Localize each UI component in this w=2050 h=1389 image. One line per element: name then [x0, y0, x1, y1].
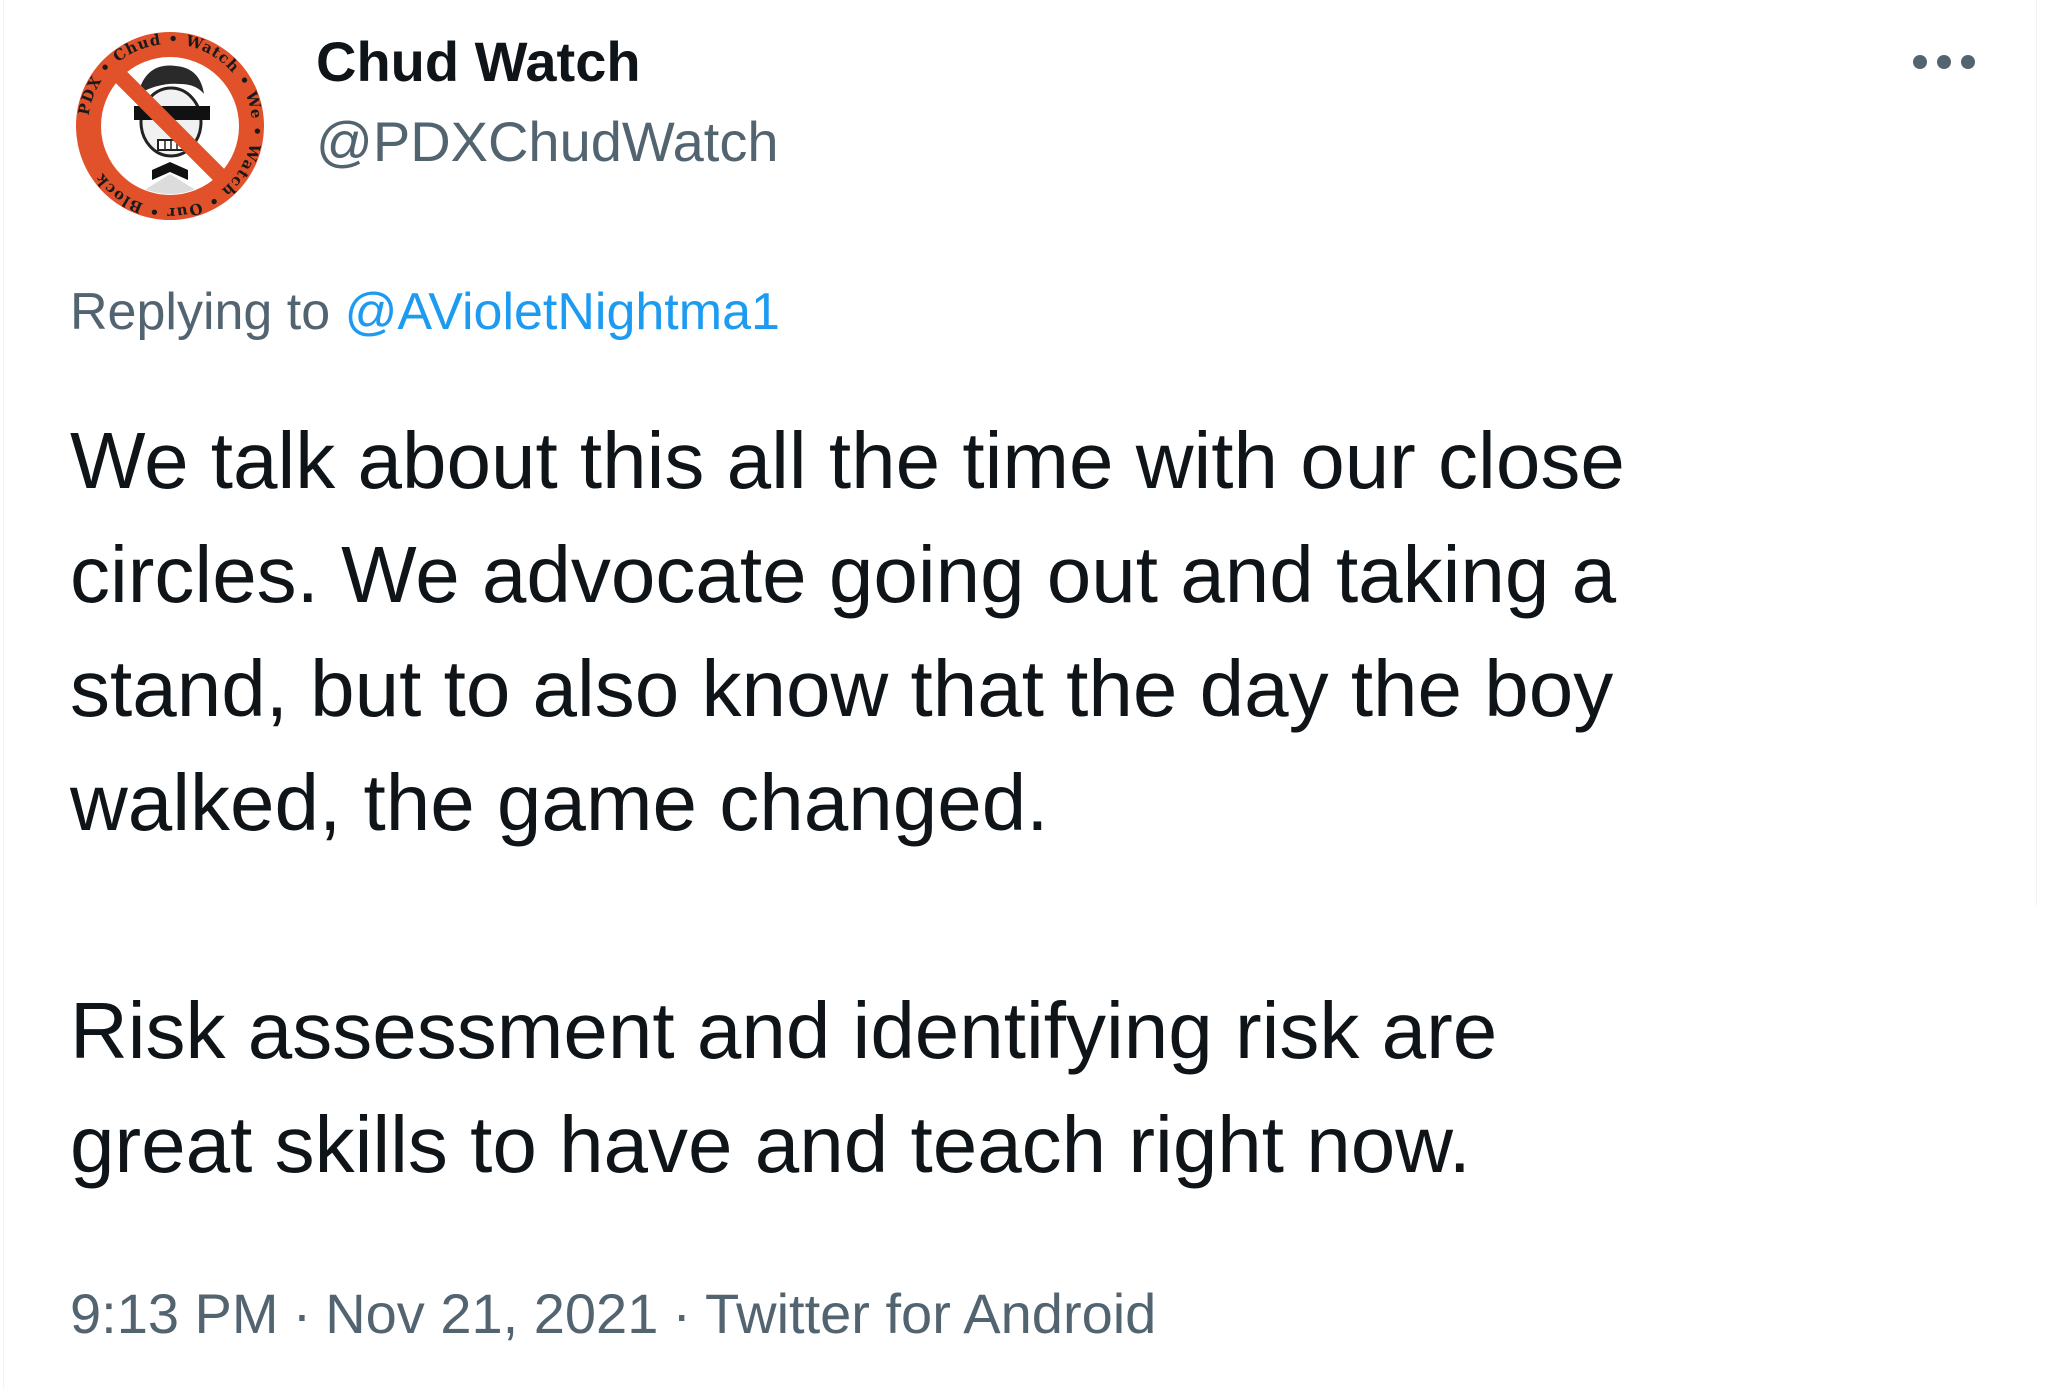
replying-to-label: Replying to — [70, 283, 331, 341]
tweet-body: We talk about this all the time with our… — [70, 404, 2030, 1202]
more-options-button[interactable] — [1900, 40, 1988, 84]
author-display-name[interactable]: Chud Watch — [316, 28, 641, 96]
tweet-paragraph-1: We talk about this all the time with our… — [70, 416, 1625, 847]
avatar[interactable]: PDX • Chud • Watch • We • Watch • Our • … — [68, 24, 272, 228]
tweet-card: PDX • Chud • Watch • We • Watch • Our • … — [0, 0, 2050, 1389]
tweet-source-link[interactable]: Twitter for Android — [705, 1282, 1156, 1345]
meta-separator: · — [672, 1282, 692, 1345]
right-divider — [2036, 0, 2037, 906]
left-divider — [3, 0, 4, 1389]
tweet-metadata: 9:13 PM · Nov 21, 2021 · Twitter for Android — [70, 1278, 1156, 1350]
tweet-time-link[interactable]: 9:13 PM — [70, 1282, 279, 1345]
tweet-paragraph-2: Risk assessment and identifying risk are… — [70, 986, 1498, 1189]
no-symbol-logo-icon: PDX • Chud • Watch • We • Watch • Our • … — [68, 24, 272, 228]
meta-separator: · — [292, 1282, 312, 1345]
tweet-date-link[interactable]: Nov 21, 2021 — [325, 1282, 658, 1345]
author-handle[interactable]: @PDXChudWatch — [316, 108, 779, 176]
reply-mention-link[interactable]: @AVioletNightma1 — [345, 283, 780, 341]
replying-to-line: Replying to @AVioletNightma1 — [70, 276, 780, 348]
more-dots-icon — [1913, 55, 1975, 69]
